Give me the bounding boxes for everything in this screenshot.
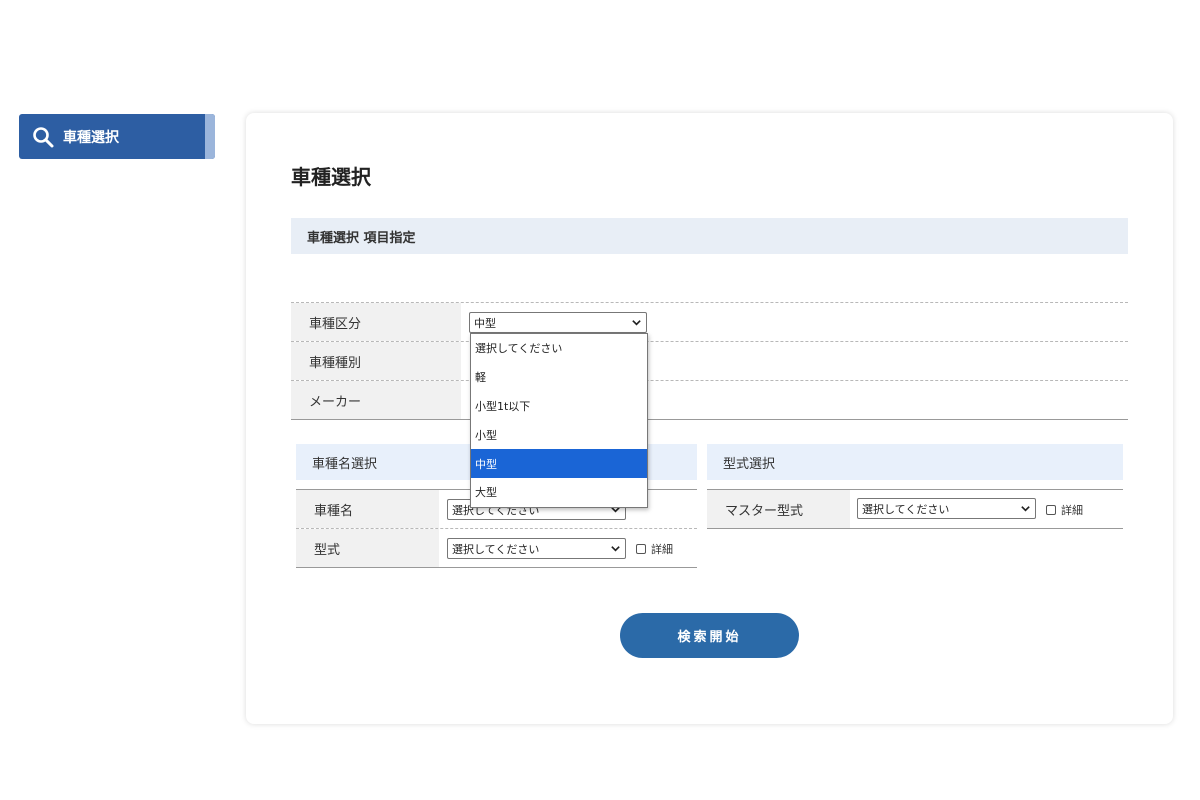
dropdown-option[interactable]: 小型1t以下 [471, 392, 647, 421]
vehicle-class-select-value: 中型 [474, 316, 496, 330]
dropdown-option-selected[interactable]: 中型 [471, 449, 647, 478]
master-model-row: マスター型式 選択してください 詳細 [707, 490, 1123, 529]
master-model-select-value: 選択してください [862, 502, 950, 516]
model-panel-header: 型式選択 [707, 444, 1123, 480]
attribute-table: 車種区分 中型 車種種別 メーカー [291, 302, 1128, 420]
page-title: 車種選択 [291, 165, 371, 189]
vehicle-class-dropdown-list: 選択してください 軽 小型1t以下 小型 中型 大型 [470, 333, 648, 508]
model-detail-checkbox[interactable]: 詳細 [636, 541, 673, 557]
row-value: 選択してください 詳細 [850, 490, 1123, 528]
search-start-button[interactable]: 検索開始 [620, 613, 799, 658]
dropdown-option[interactable]: 軽 [471, 363, 647, 392]
section-header: 車種選択 項目指定 [291, 218, 1128, 254]
chevron-down-icon [611, 546, 620, 552]
master-model-select[interactable]: 選択してください [857, 498, 1036, 519]
checkbox-box[interactable] [636, 544, 646, 554]
dropdown-option[interactable]: 大型 [471, 478, 647, 507]
section-header-label: 車種選択 項目指定 [307, 230, 416, 246]
master-model-detail-checkbox[interactable]: 詳細 [1046, 502, 1083, 518]
attr-label: メーカー [291, 381, 461, 419]
row-label: 型式 [296, 529, 439, 567]
chevron-down-icon [1021, 506, 1030, 512]
model-panel-table: マスター型式 選択してください 詳細 [707, 489, 1123, 529]
sidebar-item-edge [205, 114, 215, 159]
sidebar-item-vehicle-select[interactable]: 車種選択 [19, 114, 215, 159]
row-label: 車種名 [296, 490, 439, 528]
model-row: 型式 選択してください 詳細 [296, 529, 697, 568]
chevron-down-icon [632, 320, 641, 326]
attr-label: 車種種別 [291, 342, 461, 380]
attr-label: 車種区分 [291, 303, 461, 341]
dropdown-option[interactable]: 小型 [471, 420, 647, 449]
row-label: マスター型式 [707, 490, 850, 528]
name-panel-header-label: 車種名選択 [312, 456, 378, 472]
attr-row-maker: メーカー [291, 381, 1128, 420]
checkbox-box[interactable] [1046, 505, 1056, 515]
model-select-value: 選択してください [452, 542, 540, 556]
sidebar-item-label: 車種選択 [63, 129, 119, 146]
attr-row-vehicle-type: 車種種別 [291, 342, 1128, 381]
checkbox-label: 詳細 [651, 543, 673, 556]
checkbox-label: 詳細 [1061, 504, 1083, 517]
model-panel-header-label: 型式選択 [723, 456, 776, 472]
attr-row-vehicle-class: 車種区分 中型 [291, 303, 1128, 342]
row-value: 選択してください 詳細 [439, 529, 697, 567]
main-card: 車種選択 車種選択 項目指定 車種区分 中型 車種種別 メーカー 車種名選択 車 [246, 113, 1173, 724]
vehicle-class-select[interactable]: 中型 [469, 312, 647, 333]
dropdown-option[interactable]: 選択してください [471, 334, 647, 363]
search-icon [33, 126, 54, 147]
model-select[interactable]: 選択してください [447, 538, 626, 559]
